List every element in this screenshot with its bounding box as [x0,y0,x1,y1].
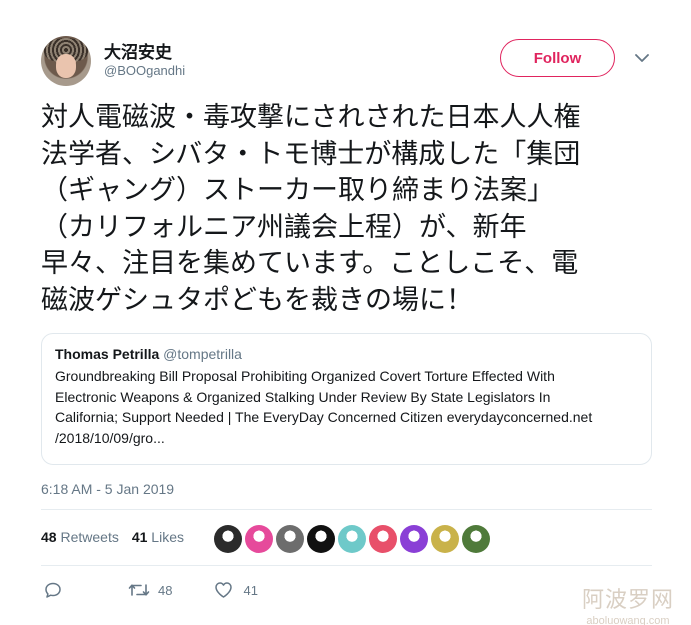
watermark-chinese: 阿波罗网 [582,588,675,613]
tweet-text-line: 磁波ゲシュタポどもを裁きの場に！ [41,284,473,316]
watermark-url: aboluowang.com [586,615,670,625]
tweet-text-line: （ギャング）ストーカー取り締まり法案」 [41,175,554,206]
liker-avatar-1[interactable] [214,525,242,553]
tweet-text-line: （カリフォルニア州議会上程）が、新年 [41,211,527,243]
tweet-text-line: 法学者、シバタ・トモ博士が構成した「集団 [41,138,581,170]
quoted-tweet-author: Thomas Petrilla @tompetrilla [55,346,638,362]
quoted-tweet-handle: @tompetrilla [163,346,242,362]
retweets-stat[interactable]: 48 Retweets [41,529,119,545]
quoted-tweet-line: Groundbreaking Bill Proposal Prohibiting… [55,368,555,384]
retweet-count: 48 [158,582,173,598]
tweet-text-line: 早々、注目を集めています。ことしこそ、電 [41,248,579,279]
quoted-tweet-line: Electronic Weapons & Organized Stalking … [55,388,551,405]
quoted-tweet-card[interactable]: Thomas Petrilla @tompetrilla Groundbreak… [41,333,652,465]
liker-avatars [214,525,490,553]
divider [41,509,652,510]
avatar-face [56,54,76,78]
liker-avatar-3[interactable] [276,525,304,553]
chevron-down-icon[interactable] [634,50,650,66]
likes-count: 41 [131,529,148,545]
like-button[interactable]: 41 [214,581,258,599]
tweet-stats: 48 Retweets 41 Likes [41,529,184,545]
retweets-count: 48 [41,529,57,545]
divider [41,565,652,566]
heart-icon [214,581,233,599]
liker-avatar-6[interactable] [369,525,397,553]
quoted-tweet-line: California; Support Needed | The EveryDa… [55,409,593,425]
tweet-text-line: 対人電磁波・毒攻撃にされされた日本人人権 [41,102,581,133]
liker-avatar-9[interactable] [462,525,490,553]
retweet-button[interactable]: 48 [128,581,172,599]
liker-avatar-8[interactable] [431,525,459,553]
author-display-name[interactable]: 大沼安史 [104,38,172,63]
likes-stat[interactable]: 41 Likes [132,529,184,545]
liker-avatar-2[interactable] [245,525,273,553]
retweet-icon [128,581,150,599]
liker-avatar-4[interactable] [307,525,335,553]
likes-label: Likes [151,529,184,545]
quoted-tweet-text: Groundbreaking Bill Proposal Prohibiting… [55,366,638,448]
liker-avatar-7[interactable] [400,525,428,553]
tweet-timestamp[interactable]: 6:18 AM - 5 Jan 2019 [41,481,174,497]
liker-avatar-5[interactable] [338,525,366,553]
retweets-label: Retweets [60,529,119,545]
tweet-actions: 48 41 [44,581,258,599]
reply-button[interactable] [44,581,62,599]
follow-button[interactable]: Follow [500,39,615,77]
watermark: 阿波罗网 aboluowang.com [582,582,674,625]
reply-icon [44,581,62,599]
quoted-tweet-name: Thomas Petrilla [55,346,160,362]
like-count: 41 [243,582,258,598]
quoted-tweet-line: /2018/10/09/gro... [55,429,165,446]
author-handle[interactable]: @BOOgandhi [104,63,185,78]
tweet-text: 対人電磁波・毒攻撃にされされた日本人人権 法学者、シバタ・トモ博士が構成した「集… [41,100,656,319]
author-avatar[interactable] [41,36,91,86]
